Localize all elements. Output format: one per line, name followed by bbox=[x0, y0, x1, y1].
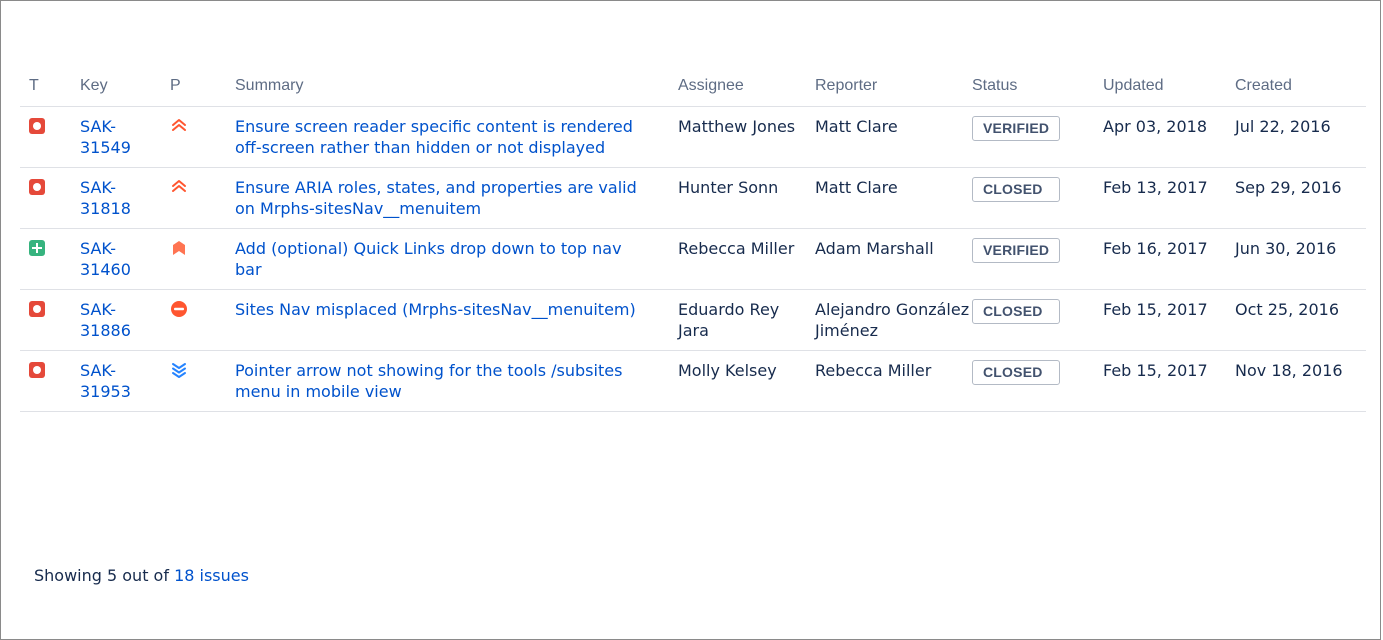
new-feature-icon bbox=[29, 240, 45, 256]
assignee-cell: Hunter Sonn bbox=[678, 167, 815, 229]
created-cell: Nov 18, 2016 bbox=[1235, 350, 1366, 412]
issues-table: T Key P Summary Assignee Reporter Status… bbox=[20, 68, 1366, 412]
status-badge: CLOSED bbox=[972, 299, 1060, 324]
updated-cell: Feb 13, 2017 bbox=[1103, 167, 1235, 229]
column-header-reporter[interactable]: Reporter bbox=[815, 68, 972, 107]
created-cell: Sep 29, 2016 bbox=[1235, 167, 1366, 229]
created-cell: Jul 22, 2016 bbox=[1235, 106, 1366, 168]
table-row[interactable]: SAK- 31549 Ensure screen reader specific … bbox=[20, 106, 1366, 168]
assignee-cell: Molly Kelsey bbox=[678, 350, 815, 412]
issue-key-link[interactable]: SAK- 31886 bbox=[80, 300, 131, 340]
status-badge: VERIFIED bbox=[972, 238, 1060, 263]
reporter-cell: Alejandro González Jiménez bbox=[815, 289, 972, 351]
issue-key-link[interactable]: SAK- 31460 bbox=[80, 239, 131, 279]
updated-cell: Apr 03, 2018 bbox=[1103, 106, 1235, 168]
issue-key-link[interactable]: SAK- 31549 bbox=[80, 117, 131, 157]
status-badge: VERIFIED bbox=[972, 116, 1060, 141]
status-badge: CLOSED bbox=[972, 177, 1060, 202]
results-count-text: Showing 5 out of bbox=[34, 566, 169, 585]
column-header-key[interactable]: Key bbox=[80, 68, 170, 107]
table-row[interactable]: SAK- 31886 Sites Nav misplaced (Mrphs-sit… bbox=[20, 289, 1366, 351]
results-summary: Showing 5 out of 18 issues bbox=[34, 566, 249, 585]
table-row[interactable]: SAK- 31953 Pointer arrow not showing for … bbox=[20, 350, 1366, 412]
issue-key-number: 31460 bbox=[80, 260, 131, 279]
created-cell: Oct 25, 2016 bbox=[1235, 289, 1366, 351]
bug-icon bbox=[29, 301, 45, 317]
issue-summary-link[interactable]: Ensure screen reader specific content is… bbox=[235, 117, 633, 157]
issue-key-prefix: SAK- bbox=[80, 361, 116, 380]
issue-key-number: 31886 bbox=[80, 321, 131, 340]
bug-icon bbox=[29, 179, 45, 195]
updated-cell: Feb 15, 2017 bbox=[1103, 289, 1235, 351]
created-cell: Jun 30, 2016 bbox=[1235, 228, 1366, 290]
issue-key-link[interactable]: SAK- 31953 bbox=[80, 361, 131, 401]
table-row[interactable]: SAK- 31818 Ensure ARIA roles, states, and… bbox=[20, 167, 1366, 229]
column-header-created[interactable]: Created bbox=[1235, 68, 1366, 107]
issue-key-link[interactable]: SAK- 31818 bbox=[80, 178, 131, 218]
issue-summary-link[interactable]: Add (optional) Quick Links drop down to … bbox=[235, 239, 622, 279]
all-issues-link[interactable]: 18 issues bbox=[174, 566, 249, 585]
bug-icon bbox=[29, 362, 45, 378]
priority-critical-icon bbox=[170, 117, 188, 135]
assignee-cell: Eduardo Rey Jara bbox=[678, 289, 815, 351]
issue-key-prefix: SAK- bbox=[80, 117, 116, 136]
column-header-updated[interactable]: Updated bbox=[1103, 68, 1235, 107]
column-header-status[interactable]: Status bbox=[972, 68, 1103, 107]
column-header-priority[interactable]: P bbox=[170, 68, 235, 107]
priority-critical-icon bbox=[170, 178, 188, 196]
status-badge: CLOSED bbox=[972, 360, 1060, 385]
table-header-row: T Key P Summary Assignee Reporter Status… bbox=[20, 68, 1366, 107]
reporter-cell: Matt Clare bbox=[815, 167, 972, 229]
priority-minor-icon bbox=[170, 361, 188, 379]
assignee-cell: Matthew Jones bbox=[678, 106, 815, 168]
priority-blocker-icon bbox=[170, 300, 188, 318]
table-row[interactable]: SAK- 31460 Add (optional) Quick Links dro… bbox=[20, 228, 1366, 290]
issue-key-prefix: SAK- bbox=[80, 178, 116, 197]
reporter-cell: Matt Clare bbox=[815, 106, 972, 168]
reporter-cell: Adam Marshall bbox=[815, 228, 972, 290]
issue-key-prefix: SAK- bbox=[80, 300, 116, 319]
reporter-cell: Rebecca Miller bbox=[815, 350, 972, 412]
issue-summary-link[interactable]: Ensure ARIA roles, states, and propertie… bbox=[235, 178, 637, 218]
updated-cell: Feb 16, 2017 bbox=[1103, 228, 1235, 290]
issue-summary-link[interactable]: Sites Nav misplaced (Mrphs-sitesNav__men… bbox=[235, 300, 636, 319]
column-header-assignee[interactable]: Assignee bbox=[678, 68, 815, 107]
issue-key-number: 31818 bbox=[80, 199, 131, 218]
bug-icon bbox=[29, 118, 45, 134]
column-header-type[interactable]: T bbox=[20, 68, 80, 107]
updated-cell: Feb 15, 2017 bbox=[1103, 350, 1235, 412]
issue-summary-link[interactable]: Pointer arrow not showing for the tools … bbox=[235, 361, 622, 401]
issue-key-prefix: SAK- bbox=[80, 239, 116, 258]
assignee-cell: Rebecca Miller bbox=[678, 228, 815, 290]
priority-major-icon bbox=[170, 239, 188, 257]
issue-key-number: 31549 bbox=[80, 138, 131, 157]
issue-key-number: 31953 bbox=[80, 382, 131, 401]
column-header-summary[interactable]: Summary bbox=[235, 68, 678, 107]
